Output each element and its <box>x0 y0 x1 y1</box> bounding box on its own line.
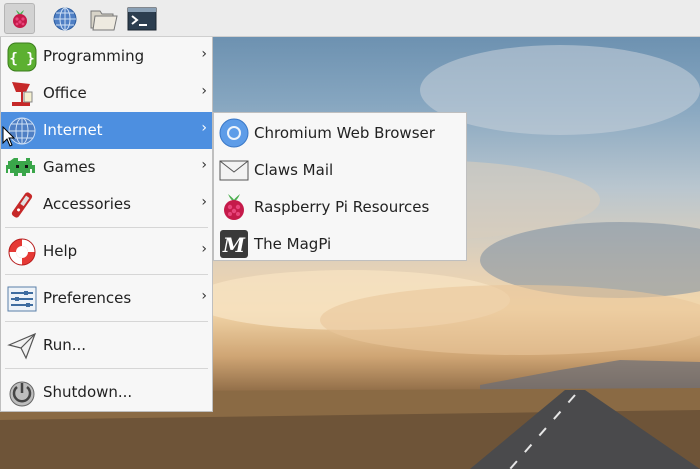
chevron-right-icon: › <box>201 241 207 257</box>
menu-item-help[interactable]: Help › <box>1 233 212 270</box>
submenu-item-label: Claws Mail <box>254 161 334 179</box>
menu-separator <box>5 321 208 322</box>
mail-icon <box>219 160 249 181</box>
menu-item-games[interactable]: Games › <box>1 149 212 186</box>
chevron-right-icon: › <box>201 46 207 62</box>
menu-item-run[interactable]: Run... <box>1 327 212 364</box>
chevron-right-icon: › <box>201 120 207 136</box>
submenu-item-label: The MagPi <box>254 235 332 253</box>
submenu-item-raspberry-pi-resources[interactable]: Raspberry Pi Resources <box>214 188 466 225</box>
menu-item-label: Run... <box>43 336 87 354</box>
raspberry-pi-icon <box>224 194 244 220</box>
svg-text:M: M <box>222 233 246 257</box>
menu-separator <box>5 227 208 228</box>
submenu-item-label: Chromium Web Browser <box>254 124 435 142</box>
mouse-cursor-icon <box>2 126 16 147</box>
svg-text:{ }: { } <box>9 51 34 67</box>
menu-separator <box>5 274 208 275</box>
office-icon <box>12 82 33 106</box>
web-browser-icon <box>53 7 76 30</box>
menu-item-label: Accessories <box>43 195 131 213</box>
terminal-button[interactable] <box>126 3 157 34</box>
menu-item-internet[interactable]: Internet › <box>1 112 212 149</box>
chevron-right-icon: › <box>201 288 207 304</box>
file-manager-button[interactable] <box>88 3 119 34</box>
menu-item-label: Help <box>43 242 78 260</box>
taskbar <box>0 0 700 37</box>
help-icon <box>8 238 36 266</box>
chevron-right-icon: › <box>201 83 207 99</box>
menu-item-label: Shutdown... <box>43 383 133 401</box>
raspberry-menu-button[interactable] <box>4 3 35 34</box>
menu-item-shutdown[interactable]: Shutdown... <box>1 374 212 411</box>
submenu-item-chromium[interactable]: Chromium Web Browser <box>214 114 466 151</box>
submenu-item-label: Raspberry Pi Resources <box>254 198 430 216</box>
menu-item-label: Office <box>43 84 87 102</box>
magpi-icon: M <box>220 230 248 258</box>
web-browser-button[interactable] <box>49 3 80 34</box>
menu-item-label: Preferences <box>43 289 132 307</box>
menu-item-label: Games <box>43 158 96 176</box>
file-manager-icon <box>90 10 118 30</box>
terminal-icon <box>127 7 156 30</box>
menu-separator <box>5 368 208 369</box>
application-menu: { } Programming › Office › Internet › Ga… <box>0 37 213 412</box>
submenu-item-claws-mail[interactable]: Claws Mail <box>214 151 466 188</box>
programming-icon: { } <box>7 42 37 72</box>
accessories-icon <box>11 192 33 218</box>
menu-item-programming[interactable]: { } Programming › <box>1 38 212 75</box>
submenu-item-the-magpi[interactable]: M The MagPi <box>214 225 466 262</box>
chevron-right-icon: › <box>201 157 207 173</box>
menu-item-office[interactable]: Office › <box>1 75 212 112</box>
preferences-icon <box>7 286 37 312</box>
internet-submenu: Chromium Web Browser Claws Mail Raspberr… <box>213 112 467 261</box>
chevron-right-icon: › <box>201 194 207 210</box>
menu-item-preferences[interactable]: Preferences › <box>1 280 212 317</box>
menu-item-label: Internet <box>43 121 103 139</box>
chromium-icon <box>219 118 249 148</box>
games-icon <box>6 158 35 176</box>
menu-item-label: Programming <box>43 47 145 65</box>
menu-item-accessories[interactable]: Accessories › <box>1 186 212 223</box>
shutdown-icon <box>9 381 35 407</box>
run-icon <box>7 332 37 360</box>
raspberry-menu-icon <box>12 9 27 28</box>
